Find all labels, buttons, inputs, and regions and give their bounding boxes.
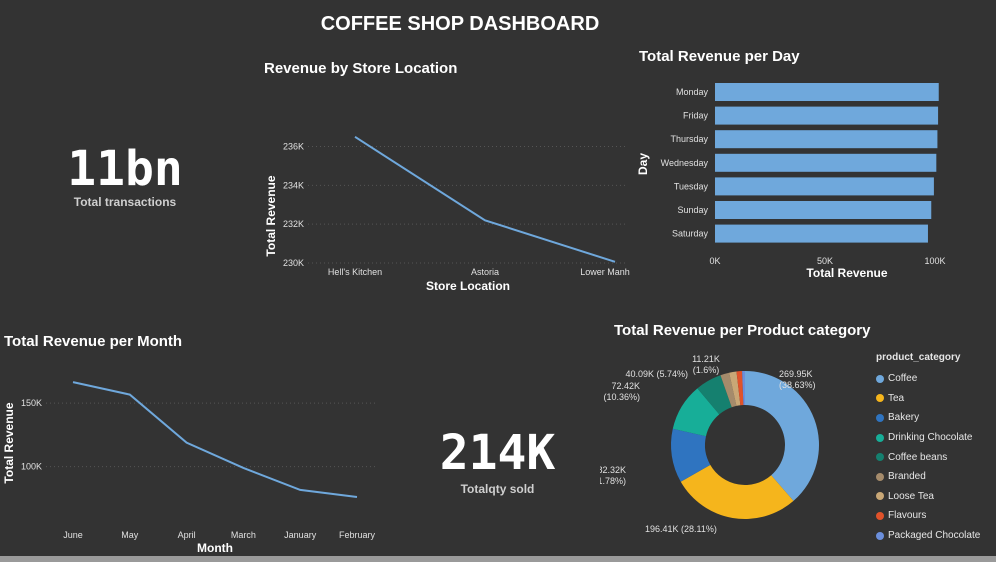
day-x-tick-label: 50K <box>817 256 833 266</box>
legend-label: Coffee beans <box>888 451 948 463</box>
day-y-tick-label: Thursday <box>670 134 708 144</box>
month-x-tick-label: February <box>339 530 376 540</box>
day-y-tick-label: Sunday <box>677 205 708 215</box>
legend-item[interactable]: Tea <box>876 389 996 409</box>
legend-item[interactable]: Branded <box>876 467 996 487</box>
month-y-tick-label: 150K <box>21 398 42 408</box>
legend-label: Tea <box>888 392 905 404</box>
month-x-tick-label: April <box>178 530 196 540</box>
month-y-axis-title: Total Revenue <box>2 402 16 483</box>
donut-data-label: (38.63%) <box>779 380 816 390</box>
month-x-axis-title: Month <box>197 541 233 555</box>
store-chart-title: Revenue by Store Location <box>264 60 458 77</box>
legend-dot-icon <box>876 531 884 540</box>
month-x-tick-label: May <box>121 530 139 540</box>
store-x-axis-title: Store Location <box>426 279 510 293</box>
legend-dot-icon <box>876 472 884 481</box>
legend-item[interactable]: Drinking Chocolate <box>876 428 996 448</box>
store-revenue-line <box>354 135 616 263</box>
month-x-tick-label: June <box>63 530 83 540</box>
day-bar <box>715 177 934 196</box>
legend-label: Packaged Chocolate <box>888 530 981 542</box>
day-bar <box>715 130 938 149</box>
day-y-tick-label: Friday <box>683 111 709 121</box>
day-bar <box>715 224 928 243</box>
month-x-tick-label: January <box>284 530 317 540</box>
store-x-tick-label: Hell's Kitchen <box>328 267 382 277</box>
legend-item[interactable]: Loose Tea <box>876 487 996 507</box>
day-y-tick-label: Saturday <box>672 229 709 239</box>
legend-item[interactable]: Packaged Chocolate <box>876 526 996 546</box>
legend-label: Coffee <box>888 373 918 385</box>
product-category-donut: 269.95K(38.63%) 196.41K (28.11%) 82.32K(11… <box>600 354 819 534</box>
store-y-tick-label: 232K <box>283 219 304 229</box>
store-x-tick-label: Lower Manhattan <box>580 267 630 277</box>
day-chart-title: Total Revenue per Day <box>639 48 800 65</box>
donut-slice <box>745 371 819 501</box>
donut-data-label: (11.78%) <box>600 476 626 486</box>
legend-dot-icon <box>876 413 884 422</box>
legend-dot-icon <box>876 492 884 501</box>
month-y-tick-label: 100K <box>21 462 42 472</box>
donut-data-label: 11.21K <box>692 354 720 364</box>
store-y-tick-label: 234K <box>283 180 304 190</box>
day-bar <box>715 201 932 219</box>
legend-dot-icon <box>876 394 884 403</box>
day-y-tick-label: Wednesday <box>661 158 709 168</box>
day-x-tick-label: 100K <box>924 256 945 266</box>
legend-item[interactable]: Coffee beans <box>876 447 996 467</box>
bottom-scrollbar[interactable] <box>0 556 996 562</box>
legend-label: Drinking Chocolate <box>888 432 973 444</box>
day-x-tick-label: 0K <box>709 256 720 266</box>
legend-item[interactable]: Flavours <box>876 506 996 526</box>
revenue-per-month-chart: Total Revenue Month 100K 150K June May Apri… <box>2 381 376 555</box>
category-chart-title: Total Revenue per Product category <box>614 322 871 339</box>
store-y-tick-label: 230K <box>283 258 304 268</box>
donut-data-label: 40.09K (5.74%) <box>625 369 688 379</box>
store-y-tick-label: 236K <box>283 142 304 152</box>
store-location-chart: Total Revenue Store Location 230K 232K 234… <box>264 135 630 293</box>
month-x-tick-label: March <box>231 530 256 540</box>
qty-kpi-label: Totalqty sold <box>460 482 535 496</box>
donut-data-label: (1.6%) <box>693 365 720 375</box>
legend-dot-icon <box>876 433 884 442</box>
legend-dot-icon <box>876 453 884 462</box>
day-bar <box>715 106 939 125</box>
day-x-axis-title: Total Revenue <box>806 266 887 280</box>
legend-label: Bakery <box>888 412 920 424</box>
revenue-per-day-chart: Day Total Revenue Monday Friday Thursday We… <box>636 83 946 280</box>
legend-label: Loose Tea <box>888 490 934 502</box>
dashboard-title: COFFEE SHOP DASHBOARD <box>320 13 600 35</box>
month-chart-title: Total Revenue per Month <box>4 333 183 350</box>
day-y-tick-label: Monday <box>676 87 709 97</box>
day-bar <box>715 83 939 101</box>
transactions-kpi-label: Total transactions <box>73 195 177 209</box>
donut-data-label: 72.42K <box>611 381 640 391</box>
transactions-kpi-value: 11bn <box>67 141 183 197</box>
legend-label: Branded <box>888 471 926 483</box>
donut-data-label: 82.32K <box>600 465 626 475</box>
day-bar <box>715 153 937 172</box>
store-y-axis-title: Total Revenue <box>264 175 278 256</box>
qty-kpi-value: 214K <box>439 425 556 481</box>
donut-data-label: 269.95K <box>779 369 813 379</box>
category-legend: product_category Coffee Tea Bakery Drinking… <box>876 352 996 545</box>
donut-data-label: (10.36%) <box>603 392 640 402</box>
legend-dot-icon <box>876 511 884 520</box>
month-revenue-line <box>72 381 358 498</box>
legend-title: product_category <box>876 352 961 363</box>
legend-label: Flavours <box>888 510 927 522</box>
legend-item[interactable]: Bakery <box>876 408 996 428</box>
day-y-axis-title: Day <box>636 153 650 175</box>
day-y-tick-label: Tuesday <box>674 181 709 191</box>
donut-data-label: 196.41K (28.11%) <box>645 524 717 534</box>
legend-item[interactable]: Coffee <box>876 369 996 389</box>
legend-dot-icon <box>876 374 884 383</box>
store-x-tick-label: Astoria <box>471 267 499 277</box>
